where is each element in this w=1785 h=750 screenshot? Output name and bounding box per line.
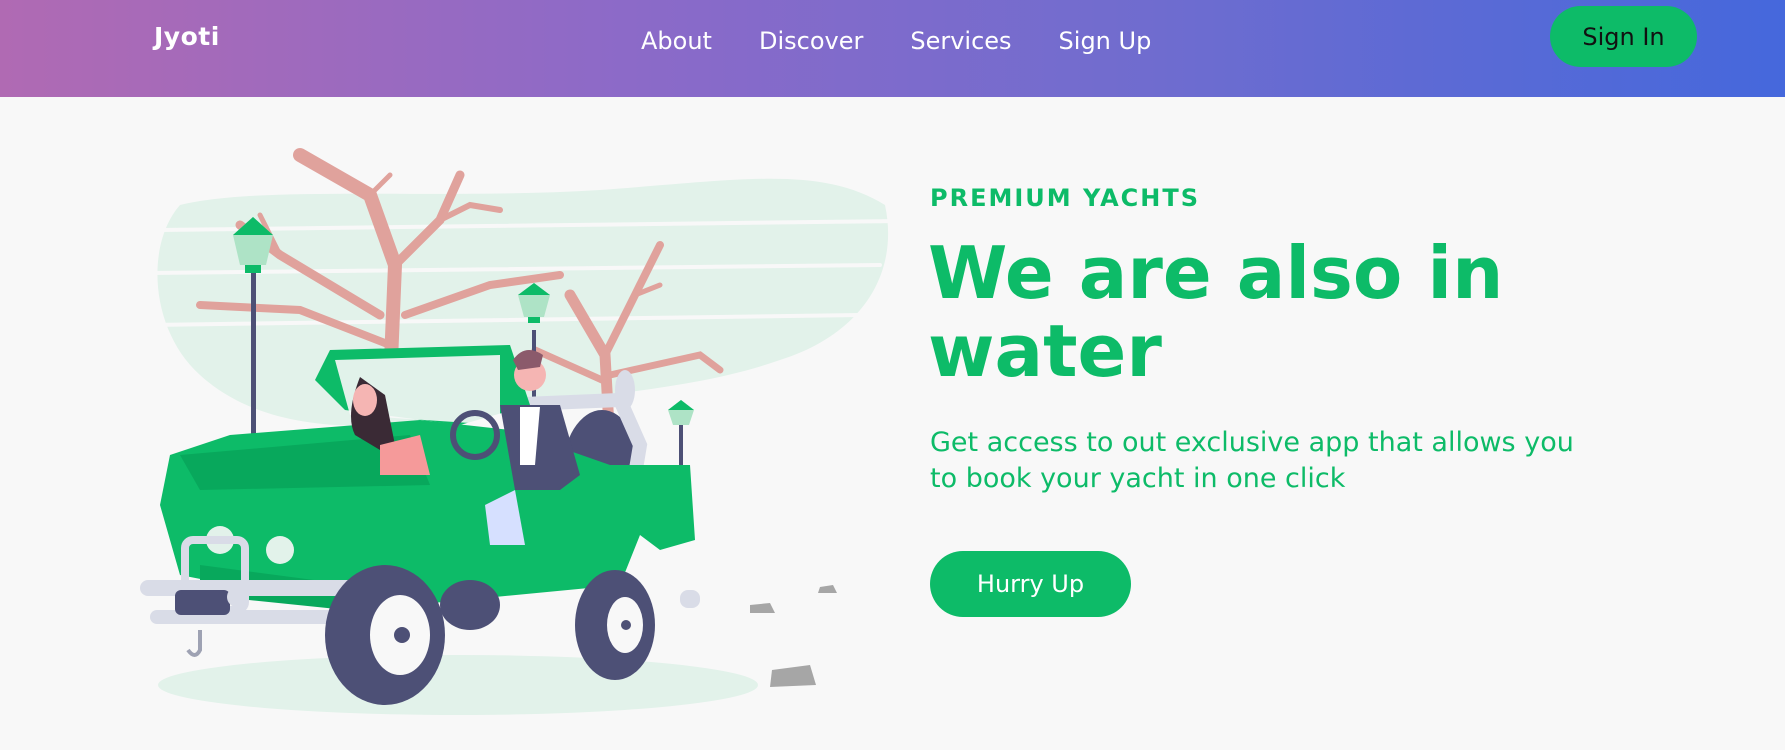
main-nav: About Discover Services Sign Up: [641, 25, 1198, 57]
hero-illustration: [140, 148, 900, 715]
rock: [750, 603, 775, 613]
rock: [818, 585, 837, 593]
nav-link-about[interactable]: About: [641, 25, 712, 57]
nav-link-discover[interactable]: Discover: [759, 25, 863, 57]
ground-shadow: [158, 655, 758, 715]
hurry-up-button[interactable]: Hurry Up: [930, 551, 1131, 617]
top-navbar: Jyoti About Discover Services Sign Up Si…: [0, 0, 1785, 97]
hero-subtext: Get access to out exclusive app that all…: [930, 427, 1574, 494]
hero-headline: We are also in water: [928, 231, 1504, 393]
nav-link-sign-up[interactable]: Sign Up: [1059, 25, 1152, 57]
nav-link-services[interactable]: Services: [910, 25, 1011, 57]
hero-eyebrow: PREMIUM YACHTS: [930, 184, 1201, 212]
rock: [770, 665, 816, 687]
headlight: [266, 536, 294, 564]
brand-logo[interactable]: Jyoti: [154, 22, 220, 51]
sign-in-button[interactable]: Sign In: [1550, 6, 1697, 67]
